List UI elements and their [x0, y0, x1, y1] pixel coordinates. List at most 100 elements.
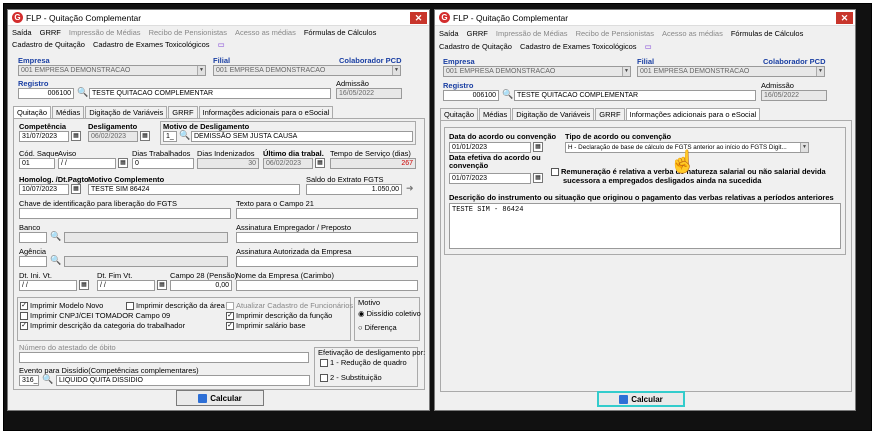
menu-recibo-pensionistas[interactable]: Recibo de Pensionistas: [576, 29, 654, 38]
menu-formulas[interactable]: Fórmulas de Cálculos: [731, 29, 804, 38]
tab-grrf[interactable]: GRRF: [595, 108, 625, 120]
menu-formulas[interactable]: Fórmulas de Cálculos: [304, 28, 377, 37]
banco-input[interactable]: [19, 232, 47, 243]
calendar-icon[interactable]: ▦: [157, 280, 167, 290]
menu-cadastro-quitacao[interactable]: Cadastro de Quitação: [439, 42, 512, 51]
tab-esocial[interactable]: Informações adicionais para o eSocial: [625, 108, 761, 120]
saldo-input[interactable]: 1.050,00: [306, 184, 402, 195]
menu-grrf[interactable]: GRRF: [467, 29, 488, 38]
checkbox-reducao[interactable]: 1 - Redução de quadro: [320, 358, 407, 368]
search-icon[interactable]: 🔍: [50, 255, 61, 266]
calendar-icon[interactable]: ▦: [533, 173, 543, 183]
tab-quitacao[interactable]: Quitação: [13, 106, 52, 118]
close-button[interactable]: ✕: [836, 12, 853, 24]
registro-input[interactable]: 006100: [443, 90, 499, 101]
menu-grrf[interactable]: GRRF: [40, 28, 61, 37]
chat-icon[interactable]: ▭: [218, 40, 225, 49]
search-icon[interactable]: 🔍: [502, 89, 513, 100]
radio-dissidio[interactable]: ◉ Dissídio coletivo: [358, 309, 421, 318]
ultimo-input[interactable]: 06/02/2023: [263, 158, 313, 169]
checkbox-descricao-area[interactable]: Imprimir descrição da área: [126, 301, 225, 311]
homolog-input[interactable]: 10/07/2023: [19, 184, 69, 195]
registro-input[interactable]: 006100: [18, 88, 74, 99]
menu-saida[interactable]: Saída: [12, 28, 32, 37]
filial-select[interactable]: 001 EMPRESA DEMONSTRACAO ▼: [637, 66, 825, 77]
empresa-select[interactable]: 001 EMPRESA DEMONSTRACAO ▼: [18, 65, 206, 76]
close-button[interactable]: ✕: [410, 12, 427, 24]
tab-digitacao[interactable]: Digitação de Variáveis: [512, 108, 595, 120]
assinatura-emp-input[interactable]: [236, 232, 418, 243]
motivo-code-input[interactable]: 1_: [163, 131, 177, 142]
calendar-icon[interactable]: ▦: [533, 142, 543, 152]
calendar-icon[interactable]: ▦: [79, 280, 89, 290]
calcular-button[interactable]: Calcular: [176, 390, 264, 406]
banco-name-input[interactable]: [64, 232, 228, 243]
competencia-input[interactable]: 31/07/2023: [19, 131, 69, 142]
data-efet-input[interactable]: 01/07/2023: [449, 173, 531, 184]
campo28-input[interactable]: 0,00: [170, 280, 232, 291]
menu-saida[interactable]: Saída: [439, 29, 459, 38]
agencia-input[interactable]: [19, 256, 47, 267]
aviso-input[interactable]: / /: [58, 158, 116, 169]
checkbox-descricao-funcao[interactable]: ✓ Imprimir descrição da função: [226, 311, 332, 321]
evento-code-input[interactable]: 316_: [19, 375, 39, 386]
tab-quitacao[interactable]: Quitação: [440, 108, 479, 120]
desligamento-input[interactable]: 06/02/2023: [88, 131, 138, 142]
tab-digitacao[interactable]: Digitação de Variáveis: [85, 106, 168, 118]
checkbox-atualizar-cadastro[interactable]: Atualizar Cadastro de Funcionários: [226, 301, 353, 311]
menu-acesso-medias[interactable]: Acesso as médias: [662, 29, 723, 38]
nome-empresa-input[interactable]: [236, 280, 418, 291]
tempo-input[interactable]: 267: [330, 158, 416, 169]
dtfim-input[interactable]: / /: [97, 280, 155, 291]
dtini-input[interactable]: / /: [19, 280, 77, 291]
chat-icon[interactable]: ▭: [645, 42, 652, 51]
checkbox-cnpj-tomador[interactable]: Imprimir CNPJ/CEI TOMADOR Campo 09: [20, 311, 170, 321]
calcular-button[interactable]: Calcular: [597, 391, 685, 407]
menu-cadastro-quitacao[interactable]: Cadastro de Quitação: [12, 40, 85, 49]
obito-input[interactable]: [19, 352, 309, 363]
calendar-icon[interactable]: ▦: [118, 158, 128, 168]
search-icon[interactable]: 🔍: [179, 130, 190, 141]
tab-grrf[interactable]: GRRF: [168, 106, 198, 118]
data-acordo-input[interactable]: 01/01/2023: [449, 142, 531, 153]
chave-input[interactable]: [19, 208, 231, 219]
checkbox-substituicao[interactable]: 2 - Substituição: [320, 373, 382, 383]
menu-impressao-medias[interactable]: Impressão de Médias: [496, 29, 568, 38]
menu-impressao-medias[interactable]: Impressão de Médias: [69, 28, 141, 37]
radio-diferenca[interactable]: ○ Diferença: [358, 323, 397, 332]
tab-esocial[interactable]: Informações adicionais para o eSocial: [198, 106, 334, 118]
tab-medias[interactable]: Médias: [52, 106, 85, 118]
menu-recibo-pensionistas[interactable]: Recibo de Pensionistas: [149, 28, 227, 37]
motivo-compl-input[interactable]: TESTE SIM 86424: [88, 184, 300, 195]
calendar-icon[interactable]: ▦: [140, 131, 150, 141]
evento-input[interactable]: LIQUIDO QUITA DISSIDIO: [56, 375, 310, 386]
filial-select[interactable]: 001 EMPRESA DEMONSTRACAO ▼: [213, 65, 401, 76]
dias-trab-input[interactable]: 0: [132, 158, 194, 169]
nome-input[interactable]: TESTE QUITACAO COMPLEMENTAR: [514, 90, 756, 101]
empresa-select[interactable]: 001 EMPRESA DEMONSTRACAO ▼: [443, 66, 631, 77]
checkbox-modelo-novo[interactable]: ✓ Imprimir Modelo Novo: [20, 301, 103, 311]
admissao-input[interactable]: 16/05/2022: [761, 90, 827, 101]
menu-acesso-medias[interactable]: Acesso as médias: [235, 28, 296, 37]
checkbox-categoria[interactable]: ✓ Imprimir descrição da categoria do trab…: [20, 321, 185, 331]
search-icon[interactable]: 🔍: [42, 374, 53, 385]
agencia-name-input[interactable]: [64, 256, 228, 267]
dias-ind-input[interactable]: 30: [197, 158, 259, 169]
saque-input[interactable]: 01: [19, 158, 55, 169]
search-icon[interactable]: 🔍: [50, 231, 61, 242]
calendar-icon[interactable]: ▦: [71, 184, 81, 194]
assinatura-aut-input[interactable]: [236, 256, 418, 267]
arrow-icon[interactable]: ➜: [406, 183, 414, 194]
texto21-input[interactable]: [236, 208, 418, 219]
nome-input[interactable]: TESTE QUITACAO COMPLEMENTAR: [89, 88, 331, 99]
descricao-textarea[interactable]: TESTE SIM - 86424: [449, 203, 841, 249]
menu-cadastro-exames[interactable]: Cadastro de Exames Toxicológicos: [520, 42, 637, 51]
motivo-input[interactable]: DEMISSÃO SEM JUSTA CAUSA: [191, 131, 413, 142]
calendar-icon[interactable]: ▦: [71, 131, 81, 141]
admissao-input[interactable]: 16/05/2022: [336, 88, 402, 99]
tab-medias[interactable]: Médias: [479, 108, 512, 120]
search-icon[interactable]: 🔍: [77, 87, 88, 98]
calendar-icon[interactable]: ▦: [315, 158, 325, 168]
menu-cadastro-exames[interactable]: Cadastro de Exames Toxicológicos: [93, 40, 210, 49]
checkbox-salario-base[interactable]: ✓ Imprimir salário base: [226, 321, 306, 331]
